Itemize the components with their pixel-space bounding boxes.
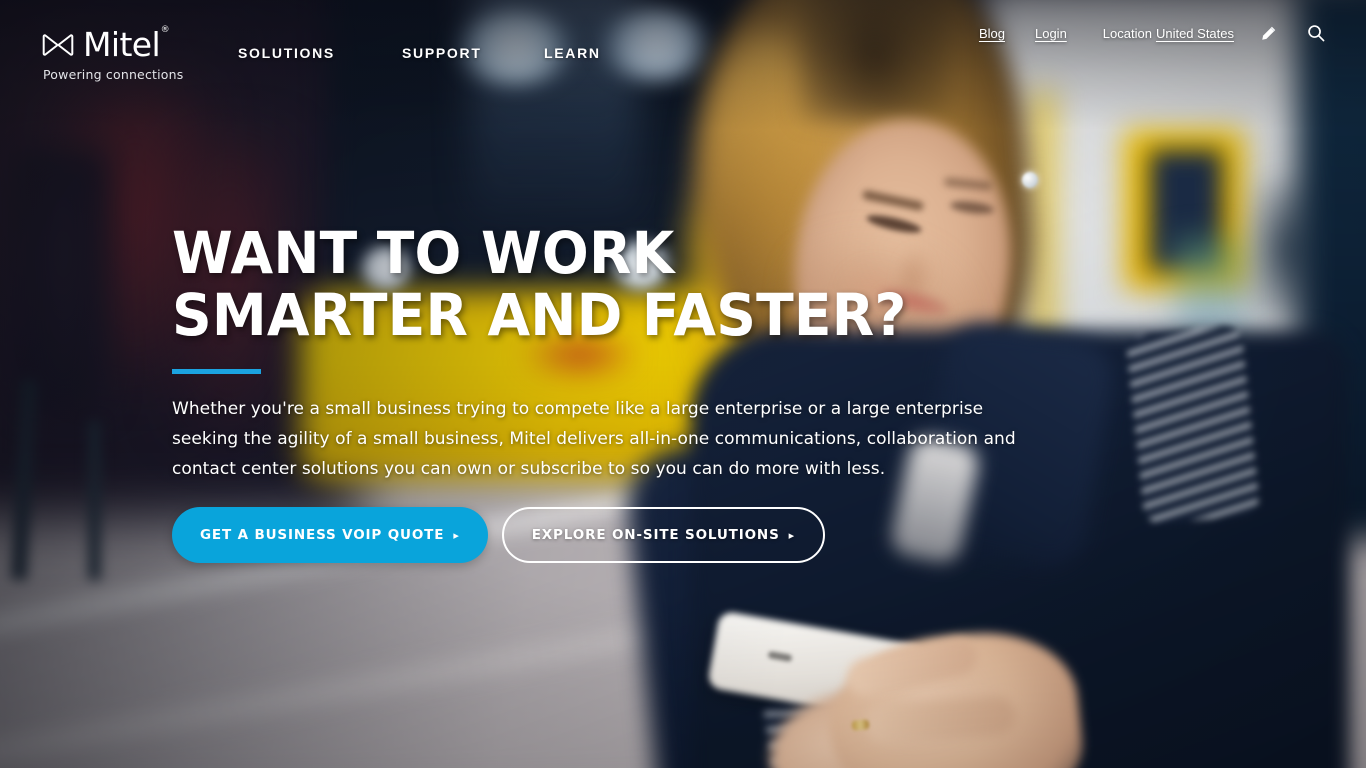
utility-link-login[interactable]: Login [1035,26,1067,41]
page-title: WANT TO WORK SMARTER AND FASTER? [172,219,907,349]
registered-mark: ® [160,25,170,35]
caret-right-icon: ▸ [788,528,796,542]
logo-tagline: Powering connections [43,67,184,82]
explore-on-site-solutions-button[interactable]: EXPLORE ON-SITE SOLUTIONS ▸ [501,507,826,563]
location-selector[interactable]: United States [1156,26,1234,41]
primary-button-label: GET A BUSINESS VOIP QUOTE [200,527,445,543]
hero-background-photo [0,0,1366,768]
nav-item-solutions[interactable]: SOLUTIONS [238,43,342,63]
hero-cta-group: GET A BUSINESS VOIP QUOTE ▸ EXPLORE ON-S… [172,507,826,563]
pencil-icon[interactable] [1260,25,1277,42]
nav-item-support[interactable]: SUPPORT [402,43,484,63]
accent-rule [172,369,261,374]
get-a-business-voip-quote-button[interactable]: GET A BUSINESS VOIP QUOTE ▸ [172,507,488,563]
site-header: Mitel ® Powering connections SOLUTIONS SU… [0,0,1366,104]
utility-link-blog[interactable]: Blog [979,26,1005,41]
mitel-logo[interactable]: Mitel ® Powering connections [42,25,184,82]
nav-item-learn[interactable]: LEARN [544,43,604,63]
caret-right-icon: ▸ [453,528,460,542]
utility-navigation: Blog Login Location United States [979,24,1325,42]
mitel-bowtie-icon [42,33,74,56]
page-root: Mitel ® Powering connections SOLUTIONS SU… [0,0,1366,768]
main-navigation: SOLUTIONS SUPPORT LEARN [238,43,664,63]
search-icon[interactable] [1307,24,1325,42]
logo-wordmark: Mitel ® [83,25,170,64]
secondary-button-label: EXPLORE ON-SITE SOLUTIONS [531,527,780,543]
hero-body-text: Whether you're a small business trying t… [172,399,1016,479]
location-label: Location [1102,25,1152,41]
